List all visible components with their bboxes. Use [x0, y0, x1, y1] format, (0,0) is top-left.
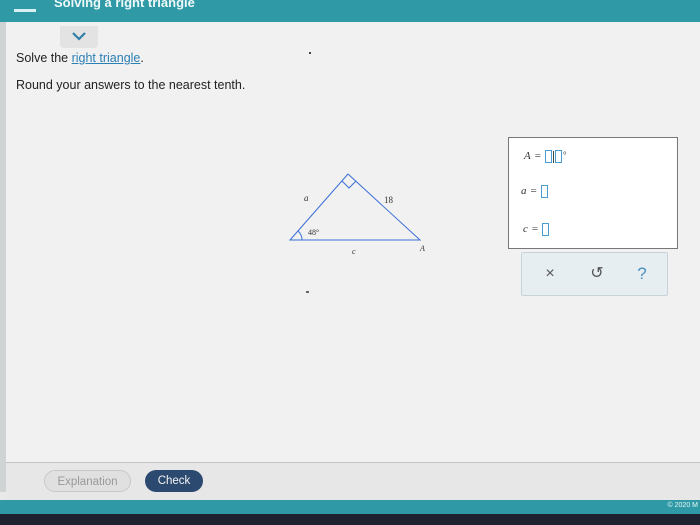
answer-toolbar: × ↺ ? — [521, 252, 668, 296]
label-hypotenuse: 18 — [384, 195, 394, 205]
degree-symbol: ° — [562, 150, 567, 160]
clear-icon[interactable]: × — [538, 263, 562, 285]
answer-A-input[interactable] — [544, 150, 552, 163]
right-angle-marker — [341, 180, 357, 189]
answer-row-A: A = ° — [524, 150, 567, 163]
chevron-down-icon — [72, 32, 86, 41]
answer-a-input[interactable] — [540, 185, 548, 198]
check-button[interactable]: Check — [145, 470, 203, 492]
equals-sign: = — [530, 185, 537, 198]
menu-dash-icon[interactable] — [14, 9, 36, 12]
answer-row-a: a = — [521, 185, 548, 198]
triangle-diagram: a 18 48° c A — [288, 173, 425, 256]
copyright-text: © 2020 M — [667, 502, 698, 509]
screen-bezel — [0, 514, 700, 525]
stray-mark — [306, 291, 309, 293]
label-c: c — [352, 247, 356, 256]
explanation-button[interactable]: Explanation — [44, 470, 131, 492]
answer-A-input-box[interactable] — [554, 150, 562, 163]
answer-A-label: A — [524, 150, 531, 163]
undo-icon[interactable]: ↺ — [585, 263, 609, 285]
instruction-suffix: . — [140, 51, 144, 65]
text-cursor — [552, 150, 554, 163]
label-A: A — [419, 244, 425, 253]
answer-c-label: c — [523, 223, 528, 236]
stray-mark — [309, 52, 311, 54]
bottom-bar — [0, 500, 700, 514]
answer-box: A = ° a = c = — [508, 137, 678, 249]
instruction-prefix: Solve the — [16, 51, 72, 65]
answer-a-label: a — [521, 185, 527, 198]
equals-sign: = — [531, 223, 539, 236]
collapse-toggle[interactable] — [60, 26, 98, 48]
page-title: Solving a right triangle — [54, 0, 195, 10]
label-a: a — [304, 193, 309, 203]
top-bar: Solving a right triangle — [0, 0, 700, 22]
equals-sign: = — [534, 150, 541, 163]
rounding-instruction: Round your answers to the nearest tenth. — [16, 78, 246, 92]
help-icon[interactable]: ? — [630, 263, 654, 285]
right-triangle-link[interactable]: right triangle — [72, 51, 141, 65]
label-angle: 48° — [308, 228, 319, 237]
answer-c-input[interactable] — [542, 223, 550, 236]
answer-row-c: c = — [523, 223, 550, 236]
problem-instruction: Solve the right triangle. — [16, 51, 144, 65]
angle-arc — [297, 230, 303, 241]
